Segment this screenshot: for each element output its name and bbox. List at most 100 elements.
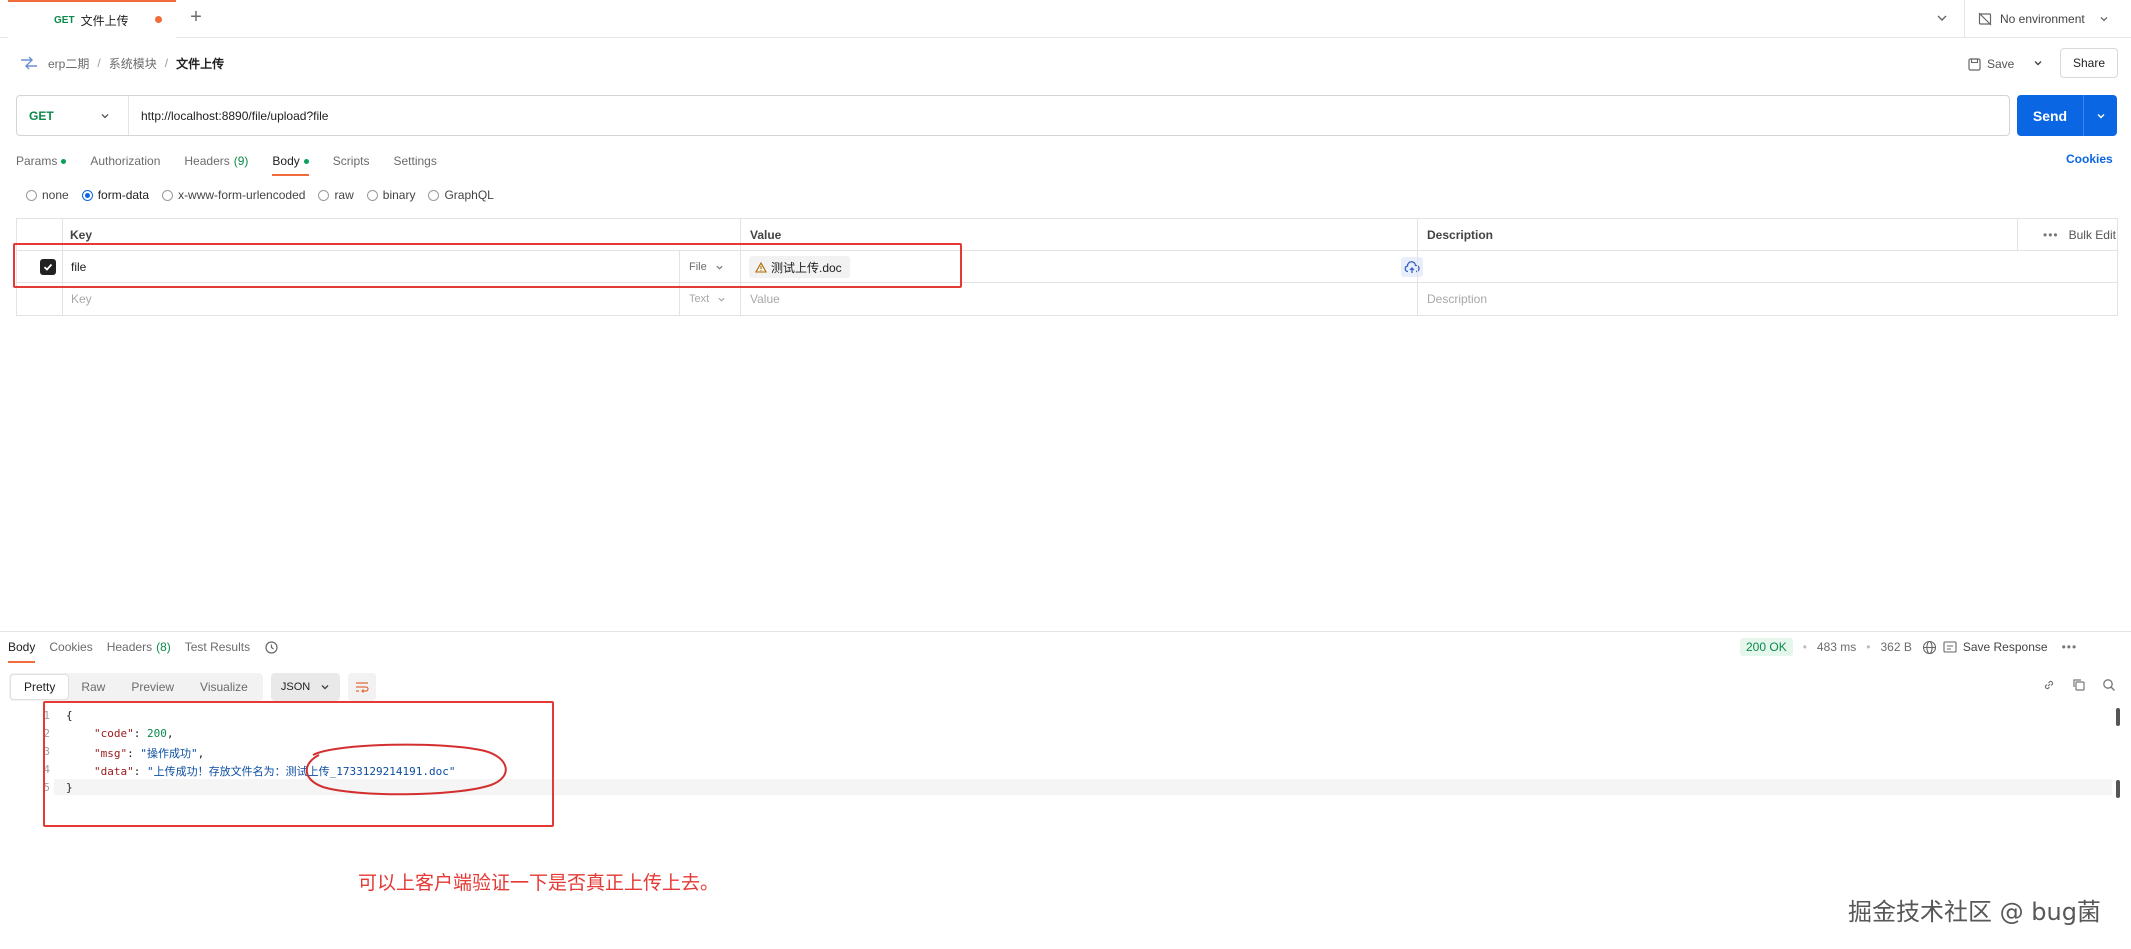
chevron-down-icon[interactable] (2032, 57, 2044, 69)
environment-label: No environment (2000, 12, 2085, 26)
response-size[interactable]: 362 B (1880, 640, 1911, 654)
response-tools (2026, 678, 2116, 692)
chevron-down-icon (2100, 17, 2108, 22)
chevron-down-icon (321, 685, 329, 690)
response-time[interactable]: 483 ms (1817, 640, 1856, 654)
request-tabs: Params Authorization Headers (9) Body Scr… (16, 150, 461, 176)
copy-icon[interactable] (2072, 678, 2086, 692)
bulk-edit-label: Bulk Edit (2068, 228, 2116, 242)
more-icon: ••• (2043, 228, 2059, 242)
no-environment-icon (1978, 12, 1992, 26)
view-mode-segment: Pretty Raw Preview Visualize (9, 673, 263, 701)
breadcrumb-folder[interactable]: 系统模块 (109, 55, 157, 72)
request-tab[interactable]: GET 文件上传 (8, 0, 176, 38)
tab-bar: GET 文件上传 + No environment (0, 0, 2131, 38)
radio-circle (428, 189, 440, 201)
divider (1964, 0, 1965, 38)
separator-dot: • (1802, 640, 1807, 654)
tab-scripts[interactable]: Scripts (333, 154, 370, 168)
tab-response-headers[interactable]: Headers (8) (107, 640, 171, 654)
save-label: Save (1987, 57, 2015, 71)
breadcrumb: erp二期 / 系统模块 / 文件上传 (20, 52, 224, 74)
tab-label: Authorization (90, 154, 161, 168)
divider (0, 631, 2131, 632)
response-tabs: Body Cookies Headers (8) Test Results (8, 638, 279, 663)
chevron-down-icon (2097, 113, 2104, 118)
breadcrumb-request[interactable]: 文件上传 (176, 55, 224, 72)
send-label: Send (2032, 107, 2068, 124)
link-icon[interactable] (2042, 678, 2056, 692)
plus-icon[interactable]: + (186, 7, 206, 28)
save-response-icon (1943, 641, 1957, 653)
tab-label: Params (16, 154, 58, 168)
watermark: 掘金技术社区 @ bug菌 (1848, 898, 2101, 926)
radio-label: GraphQL (444, 188, 494, 202)
method-label: GET (29, 108, 54, 123)
save-response-label: Save Response (1962, 640, 2048, 654)
radio-graphql[interactable]: GraphQL (428, 188, 494, 202)
tab-headers[interactable]: Headers (9) (184, 154, 248, 168)
column-description: Description (1427, 228, 1494, 242)
url-input[interactable] (141, 96, 1991, 135)
radio-label: binary (382, 188, 416, 202)
globe-icon[interactable] (1922, 640, 1937, 655)
view-preview[interactable]: Preview (118, 675, 187, 699)
tab-label: Body (272, 154, 300, 168)
scrollbar-marker[interactable] (2116, 780, 2120, 798)
tab-method: GET (54, 14, 75, 26)
divider (1417, 219, 1418, 315)
radio-form-data[interactable]: form-data (81, 188, 149, 202)
radio-label: raw (334, 188, 354, 202)
format-select[interactable]: JSON (270, 673, 341, 701)
radio-none[interactable]: none (26, 188, 69, 202)
search-icon[interactable] (2102, 678, 2116, 692)
response-format-bar: Pretty Raw Preview Visualize JSON (9, 673, 377, 701)
view-pretty[interactable]: Pretty (11, 675, 69, 699)
tab-count: (9) (233, 154, 249, 168)
tab-count: (8) (156, 640, 171, 654)
view-raw[interactable]: Raw (68, 675, 118, 699)
wrap-lines-icon[interactable] (348, 673, 377, 701)
cookies-link[interactable]: Cookies (2066, 152, 2113, 166)
more-icon[interactable]: ••• (2062, 640, 2078, 654)
body-type-radios: none form-data x-www-form-urlencoded raw… (26, 187, 507, 203)
tab-body[interactable]: Body (272, 154, 310, 176)
history-icon[interactable] (264, 640, 279, 655)
status-badge[interactable]: 200 OK (1740, 638, 1793, 656)
tab-label: Scripts (332, 154, 370, 168)
radio-raw[interactable]: raw (318, 188, 354, 202)
send-options[interactable] (2084, 111, 2117, 121)
save-icon (1968, 57, 1981, 71)
bulk-edit-button[interactable]: ••• Bulk Edit (2043, 219, 2116, 251)
divider (2017, 219, 2018, 251)
radio-urlencoded[interactable]: x-www-form-urlencoded (162, 188, 305, 202)
tab-response-cookies[interactable]: Cookies (49, 640, 92, 654)
send-button[interactable]: Send (2017, 95, 2117, 136)
method-select[interactable]: GET (17, 96, 129, 135)
cloud-upload-icon[interactable] (1401, 257, 1423, 277)
radio-binary[interactable]: binary (366, 188, 416, 202)
scrollbar-thumb[interactable] (2116, 708, 2120, 726)
separator-dot: • (1866, 640, 1871, 654)
chevron-down-icon (101, 114, 109, 119)
view-visualize[interactable]: Visualize (187, 675, 261, 699)
share-button[interactable]: Share (2060, 48, 2118, 78)
tab-label: Headers (184, 154, 230, 168)
tab-label: Headers (106, 640, 153, 654)
annotation-note: 可以上客户端验证一下是否真正上传上去。 (358, 872, 720, 894)
save-response-button[interactable]: Save Response (1943, 640, 2048, 654)
breadcrumb-workspace[interactable]: erp二期 (48, 55, 89, 72)
breadcrumb-separator: / (164, 56, 169, 70)
tab-label: Test Results (184, 640, 251, 654)
chevron-down-icon (718, 297, 725, 302)
tab-response-body[interactable]: Body (8, 640, 36, 663)
chevron-down-icon[interactable] (1934, 10, 1950, 26)
description-placeholder[interactable]: Description (1427, 283, 1487, 315)
tab-authorization[interactable]: Authorization (90, 154, 160, 168)
tab-label: Settings (393, 154, 437, 168)
environment-selector[interactable]: No environment (1978, 0, 2117, 38)
tab-test-results[interactable]: Test Results (185, 640, 250, 654)
save-button[interactable]: Save (1968, 52, 2014, 76)
tab-settings[interactable]: Settings (393, 154, 436, 168)
tab-params[interactable]: Params (16, 154, 67, 168)
